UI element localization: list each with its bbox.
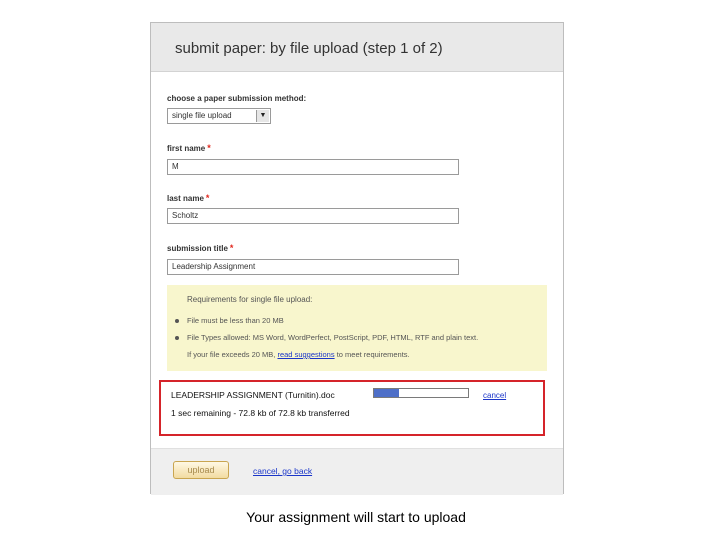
chevron-down-icon[interactable]: ▼ (256, 110, 269, 122)
submit-paper-panel: submit paper: by file upload (step 1 of … (150, 22, 564, 495)
upload-file-name: LEADERSHIP ASSIGNMENT (Turnitin).doc (171, 390, 335, 400)
cancel-go-back-link[interactable]: cancel, go back (253, 466, 312, 476)
requirement-item: File Types allowed: MS Word, WordPerfect… (187, 333, 479, 342)
submission-title-field[interactable]: Leadership Assignment (167, 259, 459, 275)
requirement-item: File must be less than 20 MB (187, 316, 284, 325)
page-title: submit paper: by file upload (step 1 of … (175, 40, 443, 57)
bullet (175, 319, 179, 323)
upload-progress-box: LEADERSHIP ASSIGNMENT (Turnitin).doc can… (159, 380, 545, 436)
requirements-heading: Requirements for single file upload: (187, 295, 313, 304)
read-suggestions-link[interactable]: read suggestions (277, 350, 334, 359)
upload-status: 1 sec remaining - 72.8 kb of 72.8 kb tra… (171, 408, 350, 418)
submission-title-label: submission title * (167, 243, 234, 253)
upload-button[interactable]: upload (173, 461, 229, 479)
first-name-field[interactable]: M (167, 159, 459, 175)
submission-method-value: single file upload (172, 111, 232, 120)
cancel-upload-link[interactable]: cancel (483, 391, 506, 400)
bullet (175, 336, 179, 340)
method-label: choose a paper submission method: (167, 94, 307, 103)
upload-progress-bar (373, 388, 469, 398)
action-bar: upload cancel, go back (151, 448, 563, 495)
first-name-label: first name * (167, 143, 211, 153)
slide-caption: Your assignment will start to upload (246, 509, 466, 525)
required-star: * (207, 143, 211, 153)
requirements-note: If your file exceeds 20 MB, read suggest… (187, 350, 410, 359)
last-name-field[interactable]: Scholtz (167, 208, 459, 224)
upload-progress-fill (374, 389, 400, 397)
last-name-label: last name * (167, 193, 210, 203)
panel-header: submit paper: by file upload (step 1 of … (151, 23, 563, 72)
required-star: * (205, 193, 210, 203)
requirements-box: Requirements for single file upload: Fil… (167, 285, 547, 371)
required-star: * (229, 243, 234, 253)
submission-method-select[interactable]: single file upload ▼ (167, 108, 271, 124)
